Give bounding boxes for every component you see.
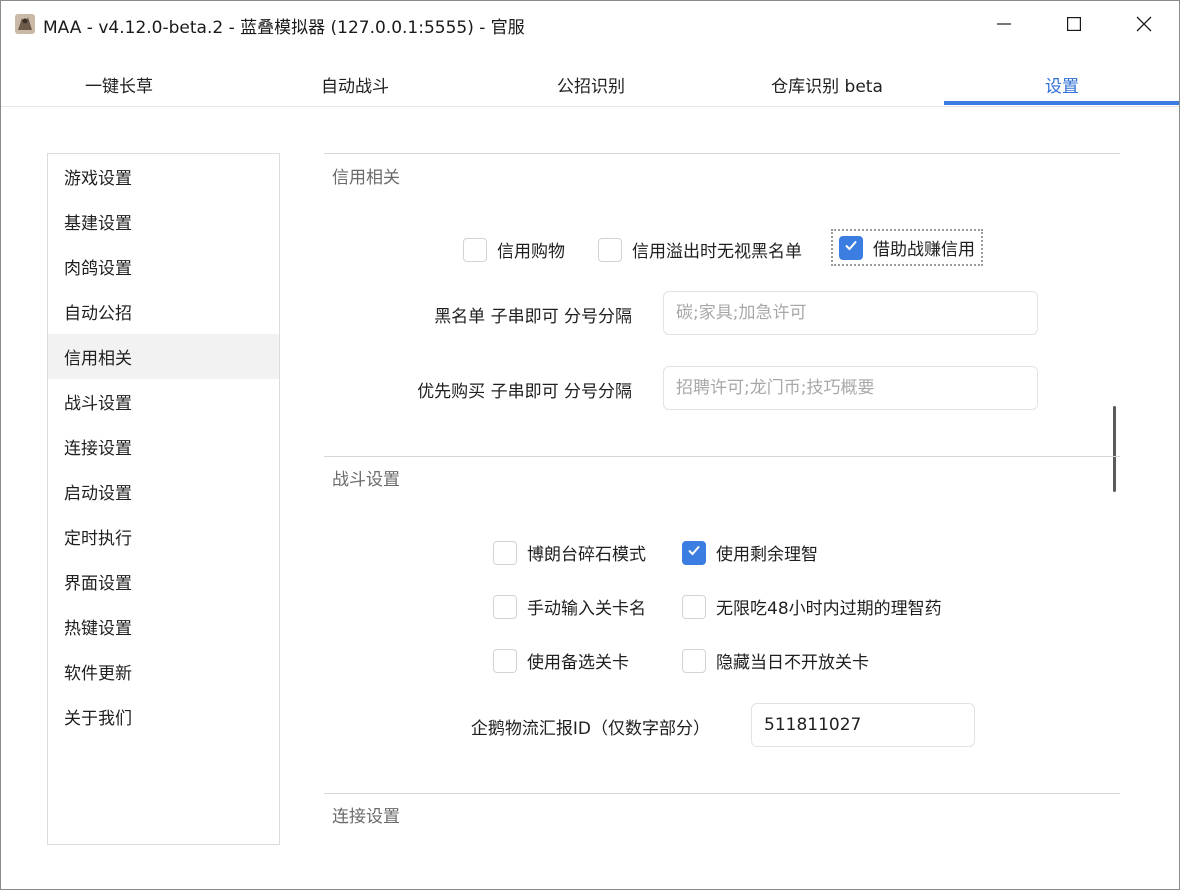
sidebar-item-connection[interactable]: 连接设置 (48, 424, 279, 469)
checkbox-box (493, 594, 517, 619)
checkbox-use-remaining-sanity[interactable]: 使用剩余理智 (682, 540, 818, 565)
checkbox-borrow-support[interactable]: 借助战赚信用 (831, 229, 983, 266)
settings-sidebar: 游戏设置 基建设置 肉鸽设置 自动公招 信用相关 战斗设置 连接设置 启动设置 … (47, 153, 280, 845)
sidebar-item-about[interactable]: 关于我们 (48, 694, 279, 739)
checkbox-box (682, 594, 706, 619)
maximize-button[interactable] (1039, 1, 1109, 47)
priority-label: 优先购买 子串即可 分号分隔 (417, 382, 632, 402)
sidebar-item-game[interactable]: 游戏设置 (48, 154, 279, 199)
section-title-battle: 战斗设置 (332, 470, 400, 490)
checkbox-box (598, 237, 622, 262)
sidebar-item-hotkey[interactable]: 热键设置 (48, 604, 279, 649)
checkbox-label: 无限吃48小时内过期的理智药 (716, 599, 942, 619)
checkmark-icon (843, 237, 859, 258)
checkbox-box (682, 648, 706, 673)
sidebar-item-roguelike[interactable]: 肉鸽设置 (48, 244, 279, 289)
checkbox-label: 博朗台碎石模式 (527, 545, 646, 565)
blacklist-label: 黑名单 子串即可 分号分隔 (434, 307, 632, 327)
checkbox-label: 信用购物 (497, 242, 565, 262)
checkmark-icon (686, 542, 702, 563)
checkbox-hide-unavailable[interactable]: 隐藏当日不开放关卡 (682, 648, 869, 673)
sidebar-item-startup[interactable]: 启动设置 (48, 469, 279, 514)
tab-depot[interactable]: 仓库识别 beta (709, 61, 945, 107)
active-tab-indicator (944, 101, 1179, 105)
section-divider (324, 153, 1120, 154)
title-bar: MAA - v4.12.0-beta.2 - 蓝叠模拟器 (127.0.0.1:… (1, 1, 1179, 47)
minimize-icon (997, 17, 1011, 31)
section-divider (324, 456, 1120, 457)
checkbox-box (463, 237, 487, 262)
minimize-button[interactable] (969, 1, 1039, 47)
penguin-id-label: 企鹅物流汇报ID（仅数字部分） (470, 719, 710, 739)
checkbox-box (493, 540, 517, 565)
priority-input[interactable] (663, 366, 1038, 410)
close-button[interactable] (1109, 1, 1179, 47)
tab-auto-battle[interactable]: 自动战斗 (237, 61, 473, 107)
window-title: MAA - v4.12.0-beta.2 - 蓝叠模拟器 (127.0.0.1:… (43, 18, 525, 38)
checkbox-label: 借助战赚信用 (873, 240, 975, 260)
checkbox-label: 手动输入关卡名 (527, 599, 646, 619)
sidebar-item-recruit[interactable]: 自动公招 (48, 289, 279, 334)
blacklist-input[interactable] (663, 291, 1038, 335)
penguin-id-input[interactable] (751, 703, 975, 747)
section-title-connection: 连接设置 (332, 807, 400, 827)
checkbox-label: 使用剩余理智 (716, 545, 818, 565)
section-title-credit: 信用相关 (332, 168, 400, 188)
checkbox-box-checked (839, 235, 863, 260)
sidebar-item-ui[interactable]: 界面设置 (48, 559, 279, 604)
checkbox-alternate-stage[interactable]: 使用备选关卡 (493, 648, 629, 673)
checkbox-label: 信用溢出时无视黑名单 (632, 242, 802, 262)
sidebar-item-update[interactable]: 软件更新 (48, 649, 279, 694)
checkbox-credit-shopping[interactable]: 信用购物 (463, 237, 565, 262)
close-icon (1136, 16, 1152, 32)
sidebar-item-credit[interactable]: 信用相关 (48, 334, 279, 379)
checkbox-manual-stage[interactable]: 手动输入关卡名 (493, 594, 646, 619)
checkbox-dr-grandet[interactable]: 博朗台碎石模式 (493, 540, 646, 565)
section-divider (324, 793, 1120, 794)
checkbox-ignore-blacklist[interactable]: 信用溢出时无视黑名单 (598, 237, 802, 262)
scrollbar-thumb[interactable] (1113, 406, 1116, 492)
tab-recruit[interactable]: 公招识别 (473, 61, 709, 107)
checkbox-expiring-medicine[interactable]: 无限吃48小时内过期的理智药 (682, 594, 942, 619)
app-logo-icon (13, 12, 37, 36)
sidebar-item-infrast[interactable]: 基建设置 (48, 199, 279, 244)
tab-one-key[interactable]: 一键长草 (1, 61, 237, 107)
main-window: MAA - v4.12.0-beta.2 - 蓝叠模拟器 (127.0.0.1:… (0, 0, 1180, 890)
sidebar-item-battle[interactable]: 战斗设置 (48, 379, 279, 424)
checkbox-box (493, 648, 517, 673)
checkbox-label: 使用备选关卡 (527, 653, 629, 673)
checkbox-box-checked (682, 540, 706, 565)
checkbox-label: 隐藏当日不开放关卡 (716, 653, 869, 673)
maximize-icon (1067, 17, 1081, 31)
sidebar-item-timer[interactable]: 定时执行 (48, 514, 279, 559)
